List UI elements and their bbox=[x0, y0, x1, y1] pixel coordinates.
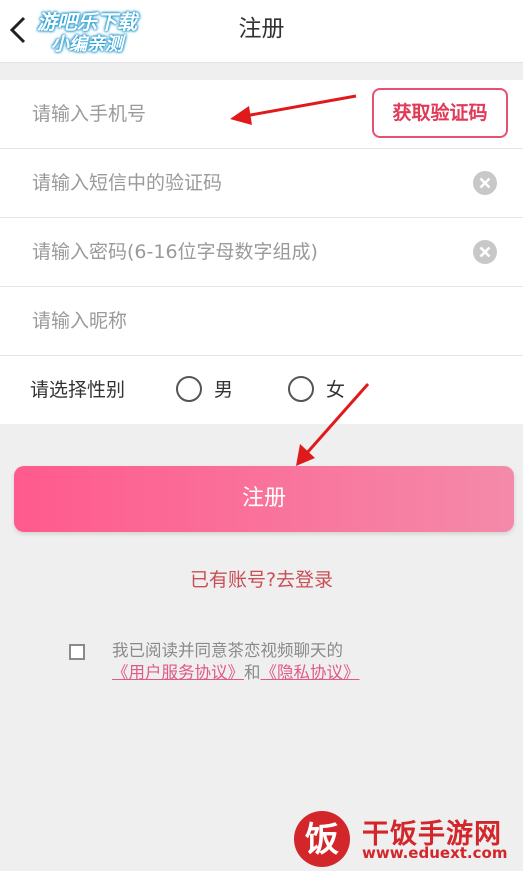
agreement-conjunction: 和 bbox=[244, 663, 261, 682]
clear-icon[interactable] bbox=[472, 239, 498, 265]
password-row bbox=[0, 218, 523, 287]
agreement-prefix: 我已阅读并同意茶恋视频聊天的 bbox=[112, 641, 343, 660]
gender-option-label: 女 bbox=[326, 379, 346, 401]
user-service-agreement-link[interactable]: 《用户服务协议》 bbox=[112, 663, 244, 682]
phone-input[interactable] bbox=[30, 80, 364, 148]
register-button[interactable]: 注册 bbox=[14, 466, 514, 532]
watermark-url: www.eduext.com bbox=[362, 844, 508, 862]
phone-row: 获取验证码 bbox=[0, 80, 523, 149]
site-logo-icon: 饭 bbox=[294, 811, 350, 867]
page-title: 注册 bbox=[238, 16, 285, 42]
radio-circle[interactable] bbox=[176, 376, 202, 402]
agreement-text: 我已阅读并同意茶恋视频聊天的《用户服务协议》和《隐私协议》 bbox=[112, 640, 472, 684]
sms-code-input[interactable] bbox=[30, 149, 454, 217]
clear-icon[interactable] bbox=[472, 170, 498, 196]
app-header: 注册 bbox=[0, 0, 523, 63]
nickname-row bbox=[0, 287, 523, 356]
get-code-button[interactable]: 获取验证码 bbox=[372, 88, 508, 138]
register-form: 获取验证码 请选择性别 男 女 bbox=[0, 80, 523, 424]
sms-code-row bbox=[0, 149, 523, 218]
gender-row: 请选择性别 男 女 bbox=[0, 356, 523, 424]
agreement-checkbox[interactable] bbox=[69, 644, 85, 660]
login-link[interactable]: 已有账号?去登录 bbox=[0, 565, 523, 592]
nickname-input[interactable] bbox=[30, 287, 454, 355]
logo-char: 饭 bbox=[305, 820, 339, 860]
privacy-agreement-link[interactable]: 《隐私协议》 bbox=[261, 663, 360, 682]
gender-label: 请选择性别 bbox=[30, 379, 126, 401]
password-input[interactable] bbox=[30, 218, 454, 286]
gender-option-label: 男 bbox=[214, 379, 234, 401]
radio-circle[interactable] bbox=[288, 376, 314, 402]
